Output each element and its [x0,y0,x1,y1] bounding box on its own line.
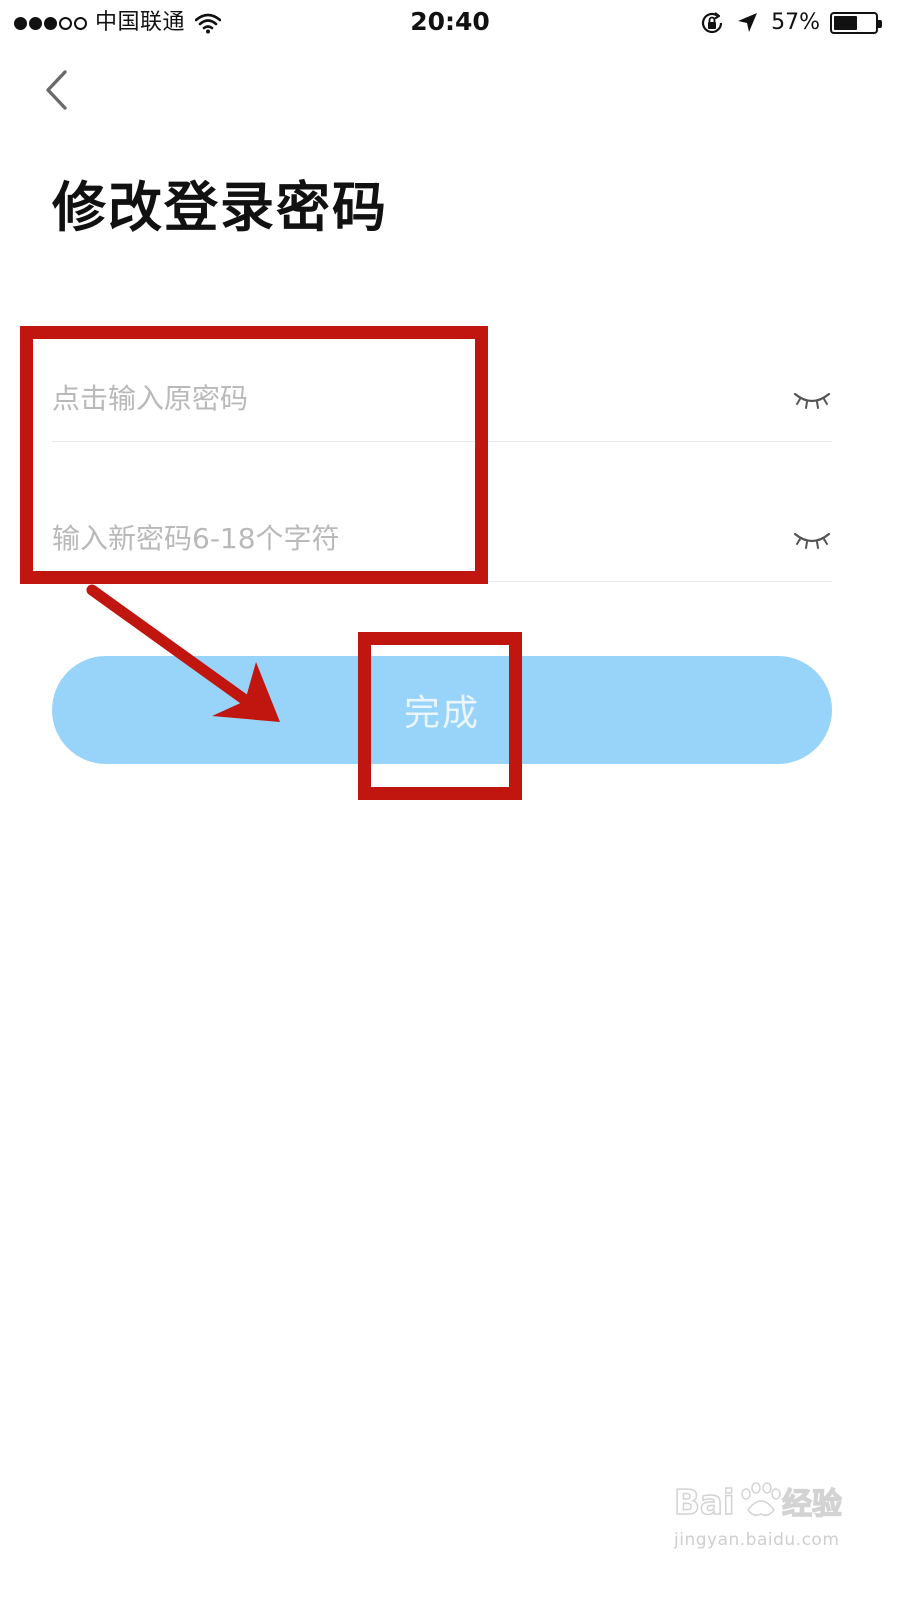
battery-percent: 57% [771,10,820,35]
annotation-box-inputs [20,326,488,584]
svg-text:经验: 经验 [782,1487,842,1522]
annotation-arrow [86,584,280,722]
battery-level-fill [834,16,857,30]
annotation-box-button [358,632,522,800]
rotation-lock-icon [702,12,723,34]
battery-tip [878,20,882,28]
baidu-paw-logo: Bai 经验 [673,1482,842,1524]
location-arrow-icon [738,13,758,32]
status-right: 57% [699,8,882,38]
page-title: 修改登录密码 [52,176,388,239]
status-bar: 中国联通 20:40 57% [0,0,900,46]
baidu-jingyan-watermark: Bai 经验 jingyan.baidu.com [672,1470,872,1560]
svg-text:Bai: Bai [674,1483,735,1523]
chevron-left-icon [46,70,67,110]
eye-closed-icon[interactable] [792,388,832,414]
battery-icon [830,12,882,34]
eye-closed-icon[interactable] [792,528,832,554]
back-button[interactable] [36,66,76,114]
watermark-url: jingyan.baidu.com [674,1530,840,1550]
